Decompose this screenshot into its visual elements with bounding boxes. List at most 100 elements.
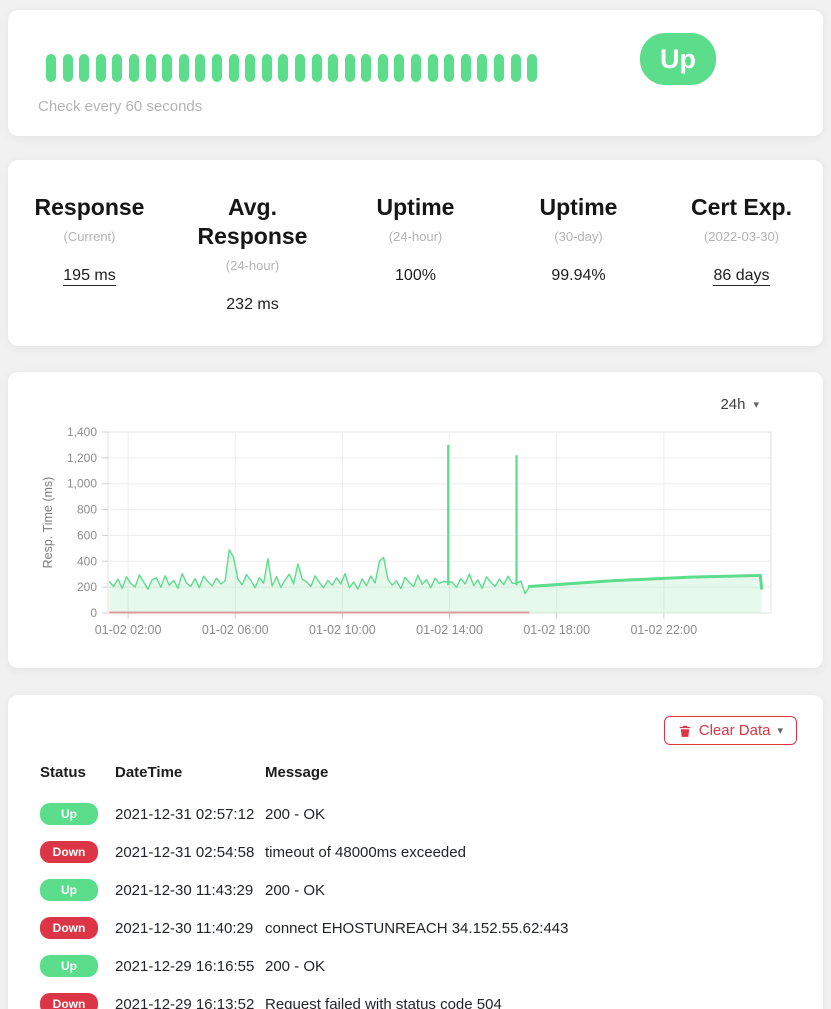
heartbeat-beat[interactable]: [179, 54, 189, 82]
check-interval-text: Check every 60 seconds: [38, 98, 202, 115]
heartbeat-beat[interactable]: [444, 54, 454, 82]
heartbeat-beat[interactable]: [328, 54, 338, 82]
svg-text:600: 600: [77, 528, 97, 542]
heartbeat-beat[interactable]: [378, 54, 388, 82]
heartbeat-beat[interactable]: [229, 54, 239, 82]
cell-datetime: 2021-12-31 02:57:12: [115, 806, 265, 823]
chart-card: 24h ▾ 02004006008001,0001,2001,40001-02 …: [8, 372, 823, 668]
cell-status: Up: [40, 879, 115, 901]
svg-text:800: 800: [77, 503, 97, 517]
table-row: Down2021-12-31 02:54:58timeout of 48000m…: [40, 833, 793, 871]
stat-subtitle: (24-hour): [340, 229, 491, 244]
heartbeat-beat[interactable]: [195, 54, 205, 82]
table-row: Up2021-12-30 11:43:29200 - OK: [40, 871, 793, 909]
svg-text:200: 200: [77, 580, 97, 594]
stat-avg-response: Avg. Response (24-hour) 232 ms: [171, 193, 334, 314]
heartbeat-beat[interactable]: [212, 54, 222, 82]
svg-text:Resp. Time (ms): Resp. Time (ms): [41, 477, 55, 569]
heartbeat-beat[interactable]: [527, 54, 537, 82]
stat-value-text[interactable]: 86 days: [713, 267, 769, 286]
cell-message: Request failed with status code 504: [265, 996, 793, 1009]
heartbeat-beat[interactable]: [245, 54, 255, 82]
chart-period-label: 24h: [720, 396, 745, 413]
svg-text:01-02 02:00: 01-02 02:00: [95, 623, 162, 637]
heartbeat-beat[interactable]: [461, 54, 471, 82]
status-badge: Down: [40, 841, 98, 863]
column-header-status: Status: [40, 764, 115, 781]
stat-cert-exp-: Cert Exp. (2022-03-30) 86 days: [660, 193, 823, 314]
chart-period-dropdown[interactable]: 24h ▾: [720, 396, 759, 413]
column-header-message: Message: [265, 764, 793, 781]
heartbeat-beat[interactable]: [278, 54, 288, 82]
stat-subtitle: (24-hour): [177, 258, 328, 273]
heartbeat-beat[interactable]: [162, 54, 172, 82]
clear-data-button[interactable]: Clear Data ▾: [664, 716, 797, 745]
heartbeat-beat[interactable]: [361, 54, 371, 82]
svg-text:1,000: 1,000: [67, 477, 97, 491]
stat-value: 86 days: [666, 267, 817, 285]
heartbeat-beat[interactable]: [394, 54, 404, 82]
svg-text:01-02 18:00: 01-02 18:00: [523, 623, 590, 637]
heartbeat-beat[interactable]: [262, 54, 272, 82]
status-badge: Up: [40, 803, 98, 825]
heartbeat-bar: [46, 54, 537, 82]
heartbeat-beat[interactable]: [112, 54, 122, 82]
svg-text:01-02 14:00: 01-02 14:00: [416, 623, 483, 637]
stat-value: 232 ms: [177, 296, 328, 314]
heartbeat-beat[interactable]: [295, 54, 305, 82]
stat-value-text: 100%: [395, 267, 436, 284]
table-row: Up2021-12-31 02:57:12200 - OK: [40, 795, 793, 833]
stat-title: Uptime: [340, 193, 491, 222]
stat-title: Cert Exp.: [666, 193, 817, 222]
stat-title: Avg. Response: [177, 193, 328, 251]
cell-message: 200 - OK: [265, 958, 793, 975]
heartbeat-beat[interactable]: [477, 54, 487, 82]
cell-datetime: 2021-12-29 16:16:55: [115, 958, 265, 975]
response-chart: 02004006008001,0001,2001,40001-02 02:000…: [8, 372, 823, 668]
cell-status: Down: [40, 841, 115, 863]
stat-title: Response: [14, 193, 165, 222]
heartbeat-beat[interactable]: [312, 54, 322, 82]
cell-message: connect EHOSTUNREACH 34.152.55.62:443: [265, 920, 793, 937]
cell-status: Up: [40, 955, 115, 977]
events-card: Clear Data ▾ Status DateTime Message Up2…: [8, 695, 823, 1009]
events-table: Status DateTime Message Up 2021-12-31 02:…: [40, 757, 793, 1009]
heartbeat-beat[interactable]: [345, 54, 355, 82]
heartbeat-beat[interactable]: [428, 54, 438, 82]
svg-text:01-02 06:00: 01-02 06:00: [202, 623, 269, 637]
stat-value-text[interactable]: 195 ms: [63, 267, 115, 286]
heartbeat-beat[interactable]: [63, 54, 73, 82]
stat-value: 195 ms: [14, 267, 165, 285]
table-row: Down2021-12-29 16:13:52Request failed wi…: [40, 985, 793, 1009]
stat-subtitle: (Current): [14, 229, 165, 244]
events-table-header: Status DateTime Message: [40, 757, 793, 787]
stat-title: Uptime: [503, 193, 654, 222]
clear-data-label: Clear Data: [699, 722, 771, 739]
heartbeat-beat[interactable]: [79, 54, 89, 82]
heartbeat-beat[interactable]: [411, 54, 421, 82]
cell-message: 200 - OK: [265, 882, 793, 899]
heartbeat-beat[interactable]: [46, 54, 56, 82]
stat-subtitle: (2022-03-30): [666, 229, 817, 244]
heartbeat-beat[interactable]: [129, 54, 139, 82]
svg-text:01-02 22:00: 01-02 22:00: [630, 623, 697, 637]
heartbeat-beat[interactable]: [96, 54, 106, 82]
svg-text:1,200: 1,200: [67, 451, 97, 465]
stat-uptime: Uptime(30-day)99.94%: [497, 193, 660, 314]
status-badge: Down: [40, 993, 98, 1009]
stat-value: 99.94%: [503, 267, 654, 285]
column-header-datetime: DateTime: [115, 764, 265, 781]
cell-status: Down: [40, 917, 115, 939]
svg-text:400: 400: [77, 554, 97, 568]
heartbeat-beat[interactable]: [511, 54, 521, 82]
heartbeat-beat[interactable]: [494, 54, 504, 82]
stat-value: 100%: [340, 267, 491, 285]
status-badge: Down: [40, 917, 98, 939]
svg-text:1,400: 1,400: [67, 425, 97, 439]
heartbeat-beat[interactable]: [146, 54, 156, 82]
table-row: Down2021-12-30 11:40:29connect EHOSTUNRE…: [40, 909, 793, 947]
stats-row: Response (Current) 195 ms Avg. Response (24-…: [8, 160, 823, 314]
trash-icon: [678, 724, 692, 738]
cell-status: Up: [40, 803, 115, 825]
stat-value-text: 99.94%: [551, 267, 605, 284]
